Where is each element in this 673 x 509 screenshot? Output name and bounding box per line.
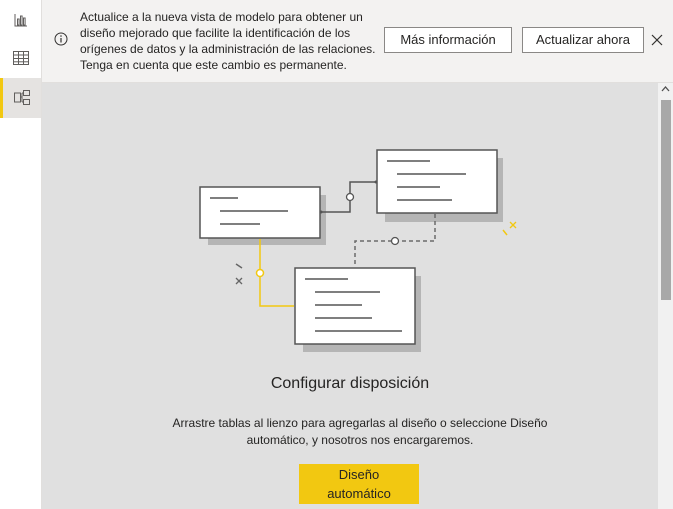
update-now-button[interactable]: Actualizar ahora bbox=[522, 27, 644, 53]
banner-message: Actualice a la nueva vista de modelo par… bbox=[80, 10, 376, 72]
table-icon bbox=[12, 51, 29, 65]
model-icon bbox=[14, 90, 30, 105]
close-icon[interactable] bbox=[648, 31, 666, 49]
more-info-button[interactable]: Más información bbox=[384, 27, 512, 53]
auto-layout-button[interactable]: Diseño automático bbox=[299, 464, 419, 504]
model-layout-illustration bbox=[199, 149, 517, 352]
bar-chart-icon bbox=[14, 14, 27, 27]
report-view-button[interactable] bbox=[0, 0, 41, 40]
data-view-button[interactable] bbox=[0, 38, 41, 78]
auto-layout-label: Diseño automático bbox=[327, 467, 391, 501]
configure-layout-description: Arrastre tablas al lienzo para agregarla… bbox=[172, 416, 548, 447]
info-icon bbox=[54, 32, 68, 46]
configure-layout-title: Configurar disposición bbox=[270, 375, 430, 392]
left-nav-rail bbox=[0, 0, 42, 509]
scroll-up-icon[interactable] bbox=[660, 84, 671, 94]
scrollbar-thumb[interactable] bbox=[661, 100, 671, 300]
model-view-button[interactable] bbox=[0, 78, 41, 118]
upgrade-banner: Actualice a la nueva vista de modelo par… bbox=[42, 0, 673, 83]
